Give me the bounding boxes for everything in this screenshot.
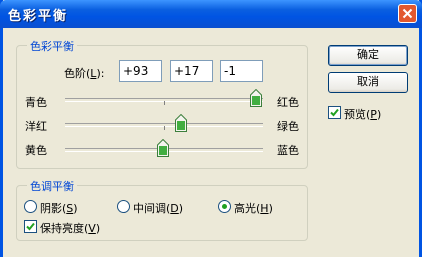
slider-left-label-cyan: 青色 [25,96,47,109]
highlights-radio[interactable] [218,200,231,213]
ok-button[interactable]: 确定 [328,45,408,66]
preserve-luminosity-checkbox[interactable] [24,220,37,233]
slider-right-label-red: 红色 [277,96,299,109]
slider-right-label-green: 绿色 [277,120,299,133]
slider-left-label-yellow: 黄色 [25,144,47,157]
color-balance-dialog: 色彩平衡 色彩平衡 色阶(L): +93 +17 -1 青色 红色 洋红 绿色 … [0,0,422,257]
shadows-radio[interactable] [24,200,37,213]
close-button[interactable] [398,4,417,23]
preview-label[interactable]: 预览(P) [344,106,381,122]
slider-right-label-blue: 蓝色 [277,144,299,157]
slider-thumb-yellow-blue[interactable] [157,139,169,157]
window-title: 色彩平衡 [8,9,69,24]
preview-checkbox[interactable] [328,106,341,119]
midtones-radio[interactable] [117,200,130,213]
close-icon [402,8,413,19]
highlights-label[interactable]: 高光(H) [234,200,273,216]
cancel-button[interactable]: 取消 [328,72,408,93]
slider-center-tick [164,126,165,130]
slider-left-label-magenta: 洋红 [25,120,47,133]
preserve-luminosity-label[interactable]: 保持亮度(V) [40,220,100,236]
tone-balance-legend: 色调平衡 [27,178,77,194]
color-balance-legend: 色彩平衡 [27,38,77,54]
midtones-label[interactable]: 中间调(D) [133,200,183,216]
levels-field-yellow-blue[interactable]: -1 [220,60,263,82]
slider-center-tick [164,101,165,105]
title-bar[interactable]: 色彩平衡 [0,0,422,28]
levels-field-magenta-green[interactable]: +17 [170,60,213,82]
checkmark-icon [26,222,35,231]
radio-selected-dot [222,204,227,209]
checkmark-icon [330,108,339,117]
levels-label: 色阶(L): [64,67,105,80]
slider-thumb-magenta-green[interactable] [174,114,187,132]
levels-field-cyan-red[interactable]: +93 [119,60,162,82]
shadows-label[interactable]: 阴影(S) [40,200,78,216]
slider-thumb-cyan-red[interactable] [250,89,263,107]
